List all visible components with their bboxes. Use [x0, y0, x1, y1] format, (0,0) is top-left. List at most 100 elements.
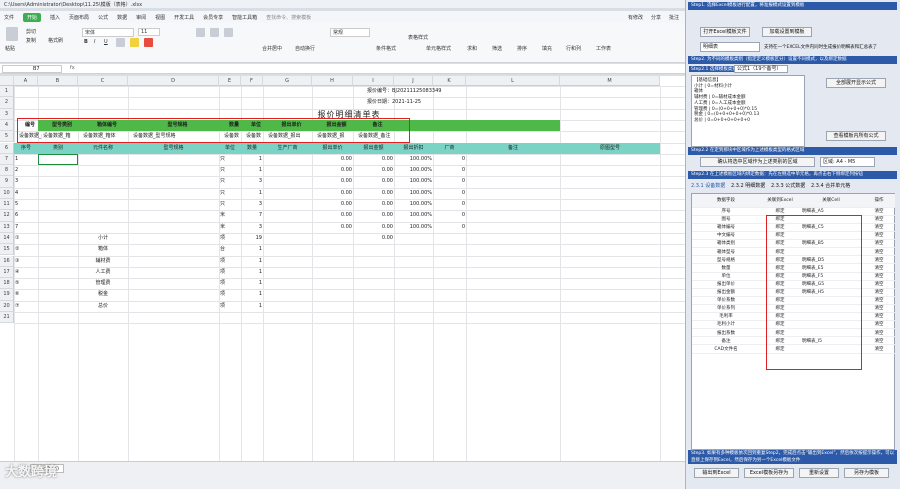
item-name-cell[interactable]	[78, 176, 128, 187]
menu-item-formula[interactable]: 公式	[98, 14, 108, 21]
item-name-cell[interactable]: 辅材费	[78, 256, 128, 267]
row-header[interactable]: 4	[0, 119, 14, 132]
row-header[interactable]: 1	[0, 86, 14, 98]
row-header[interactable]: 6	[0, 142, 14, 154]
vendor-cell[interactable]	[433, 267, 466, 278]
font-size-select[interactable]: 11	[138, 28, 160, 36]
unit-cell[interactable]: 项	[219, 267, 241, 278]
row-header[interactable]: 8	[0, 165, 14, 177]
price-cell[interactable]	[312, 278, 353, 289]
item-name-cell[interactable]: 小计	[78, 233, 128, 244]
amount-cell[interactable]: 0.00	[353, 233, 394, 244]
quote-date[interactable]: 报价日期：2021-11-25	[353, 97, 466, 108]
quantity-cell[interactable]: 3	[241, 199, 263, 210]
quantity-cell[interactable]: 1	[241, 278, 263, 289]
column-header[interactable]: M	[560, 76, 660, 86]
vendor-cell[interactable]: 0	[433, 188, 466, 199]
price-cell[interactable]: 0.00	[312, 210, 353, 221]
amount-cell[interactable]	[353, 267, 394, 278]
row-number-cell[interactable]: ④	[14, 267, 38, 278]
row-header[interactable]: 16	[0, 255, 14, 267]
clear-button[interactable]: 清空	[864, 273, 894, 281]
tree-item[interactable]: 总价 | 0=0+0+0+0+0+0	[694, 118, 802, 124]
discount-cell[interactable]: 100.00%	[394, 154, 433, 165]
menu-item-developer[interactable]: 开发工具	[174, 14, 194, 21]
quantity-cell[interactable]: 3	[241, 176, 263, 187]
amount-cell[interactable]: 0.00	[353, 199, 394, 210]
column-header[interactable]: F	[241, 76, 263, 86]
price-cell[interactable]	[312, 244, 353, 255]
amount-cell[interactable]: 0.00	[353, 222, 394, 233]
column-title-cell[interactable]: 型号规格	[128, 143, 219, 154]
column-title-cell[interactable]: 原图型号	[560, 143, 660, 154]
row-header[interactable]: 5	[0, 131, 14, 143]
column-header[interactable]: B	[38, 76, 78, 86]
item-name-cell[interactable]	[78, 210, 128, 221]
discount-cell[interactable]	[394, 244, 433, 255]
quantity-cell[interactable]: 3	[241, 222, 263, 233]
category-tree[interactable]: 【基础信息】 小计 | 0=材料小计 箱体 辅材费 | 0=辅材成本金额 人工费…	[691, 75, 805, 147]
row-header[interactable]: 10	[0, 187, 14, 199]
row-number-cell[interactable]: ③	[14, 256, 38, 267]
paste-icon[interactable]	[6, 27, 18, 41]
clear-button[interactable]: 清空	[864, 297, 894, 305]
column-title-cell[interactable]: 类别	[38, 143, 78, 154]
border-icon[interactable]	[116, 38, 125, 47]
price-cell[interactable]: 0.00	[312, 188, 353, 199]
menu-item-review[interactable]: 审阅	[136, 14, 146, 21]
column-header[interactable]: G	[263, 76, 312, 86]
column-header[interactable]: H	[312, 76, 353, 86]
column-title-cell[interactable]: 报出金额	[353, 143, 394, 154]
unit-cell[interactable]: 米	[219, 222, 241, 233]
unit-cell[interactable]: 只	[219, 165, 241, 176]
vendor-cell[interactable]: 0	[433, 222, 466, 233]
category-select[interactable]: 公式1（19个备号）	[734, 65, 788, 73]
comment-button[interactable]: 批注	[669, 14, 679, 21]
price-cell[interactable]: 0.00	[312, 222, 353, 233]
amount-cell[interactable]	[353, 256, 394, 267]
row-header[interactable]: 19	[0, 289, 14, 301]
unit-cell[interactable]: 只	[219, 176, 241, 187]
row-number-cell[interactable]: 6	[14, 210, 38, 221]
menu-item-home[interactable]: 开始	[23, 12, 42, 22]
row-header[interactable]: 7	[0, 153, 14, 166]
cell-style-button[interactable]: 单元格样式	[426, 45, 451, 52]
quantity-cell[interactable]: 1	[241, 154, 263, 165]
clear-button[interactable]: 清空	[864, 305, 894, 313]
row-number-cell[interactable]: ①	[14, 233, 38, 244]
row-header[interactable]: 9	[0, 176, 14, 188]
quantity-cell[interactable]: 1	[241, 165, 263, 176]
unit-cell[interactable]: 米	[219, 210, 241, 221]
font-color-icon[interactable]	[144, 38, 153, 47]
row-header[interactable]: 15	[0, 244, 14, 256]
tab-formula-data[interactable]: 2.3.3 公式数据	[771, 182, 805, 189]
item-name-cell[interactable]	[78, 222, 128, 233]
clear-button[interactable]: 清空	[864, 289, 894, 297]
copy-button[interactable]: 复制	[26, 37, 36, 44]
column-header[interactable]: I	[353, 76, 394, 86]
unit-cell[interactable]: 项	[219, 278, 241, 289]
unit-cell[interactable]: 台	[219, 244, 241, 255]
view-formulas-button[interactable]: 查看模板内所有公式	[826, 131, 886, 141]
cut-button[interactable]: 剪切	[26, 28, 36, 35]
item-name-cell[interactable]: 总价	[78, 301, 128, 312]
vendor-cell[interactable]	[433, 244, 466, 255]
column-title-cell[interactable]: 元件名称	[78, 143, 128, 154]
filter-button[interactable]: 筛选	[492, 45, 502, 52]
quote-number[interactable]: 报价编号：BJ20211125083349	[353, 86, 466, 97]
unit-cell[interactable]: 项	[219, 256, 241, 267]
unit-cell[interactable]: 项	[219, 289, 241, 300]
clear-button[interactable]: 清空	[864, 313, 894, 321]
column-title-cell[interactable]: 序号	[14, 143, 38, 154]
fill-color-icon[interactable]	[130, 38, 139, 47]
italic-button[interactable]: I	[94, 39, 95, 45]
area-field[interactable]: 区域: A4 - M5	[820, 157, 875, 167]
quantity-cell[interactable]: 1	[241, 267, 263, 278]
column-title-cell[interactable]: 备注	[466, 143, 560, 154]
quantity-cell[interactable]: 1	[241, 244, 263, 255]
item-name-cell[interactable]: 税金	[78, 289, 128, 300]
row-header[interactable]: 14	[0, 232, 14, 245]
unit-cell[interactable]: 只	[219, 199, 241, 210]
worksheet-button[interactable]: 工作表	[596, 45, 611, 52]
save-as-button[interactable]: Excel模板另存为	[744, 468, 794, 478]
